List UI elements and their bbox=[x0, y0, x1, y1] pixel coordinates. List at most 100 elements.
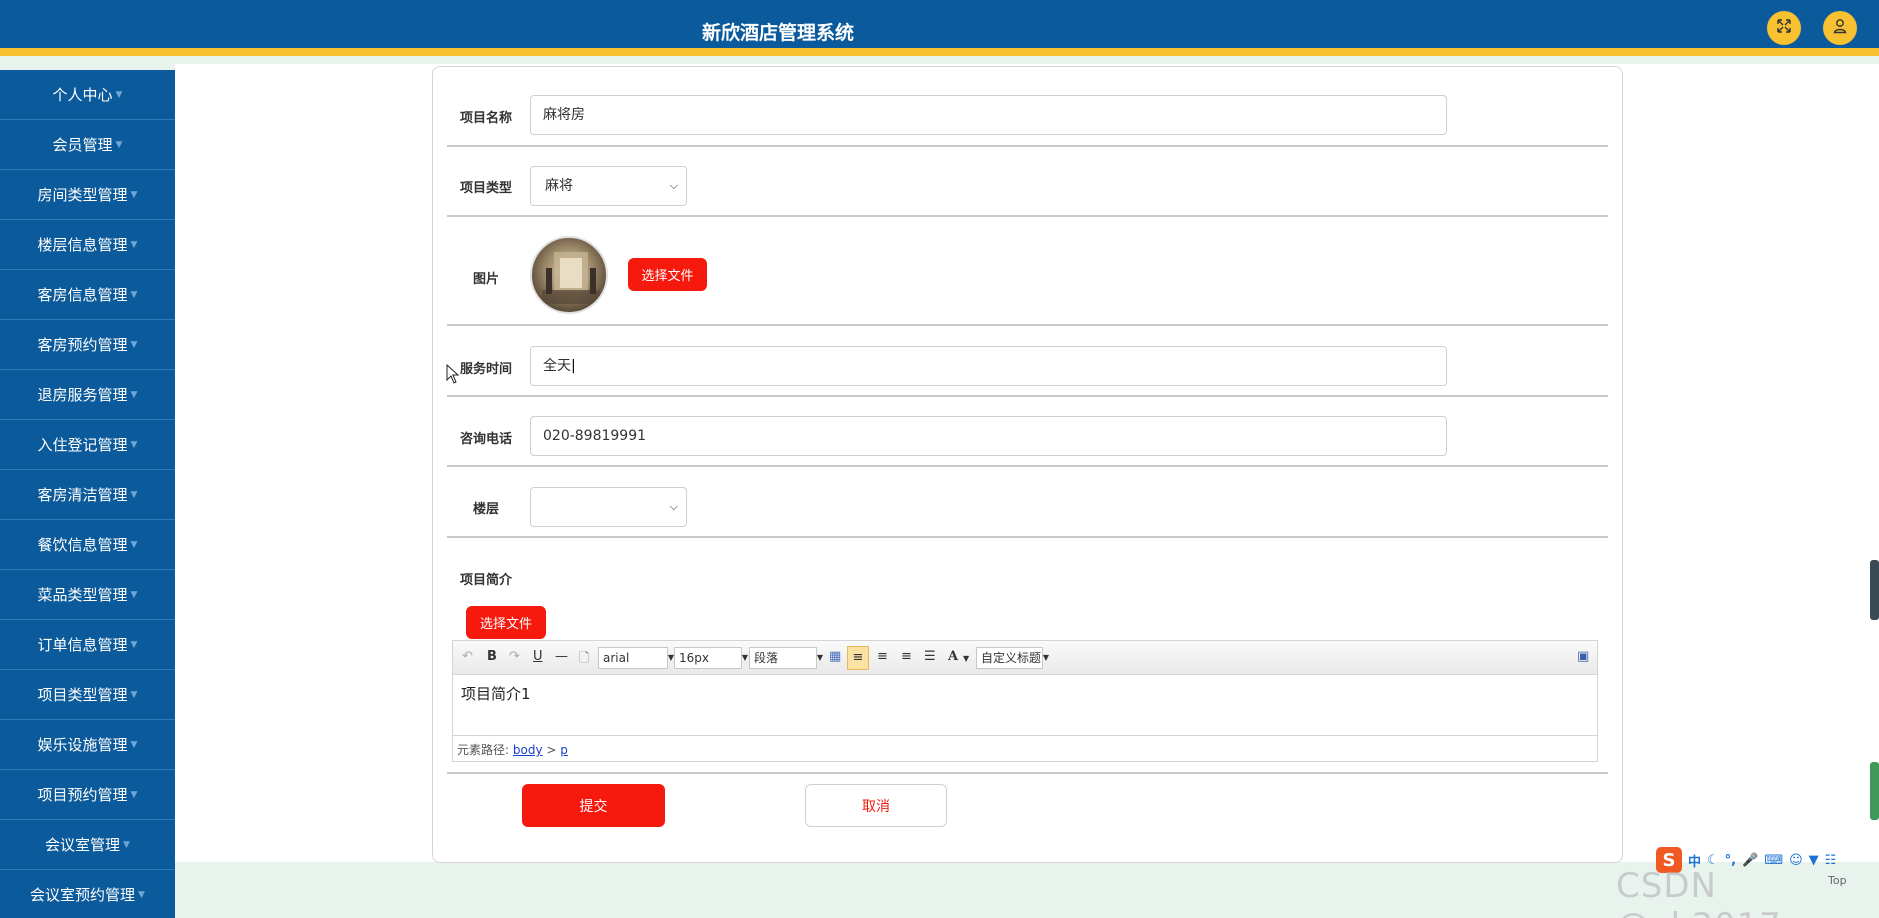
chevron-down-icon: ▼ bbox=[741, 653, 749, 662]
phone-input[interactable]: 020-89819991 bbox=[530, 416, 1447, 456]
app-title: 新欣酒店管理系统 bbox=[701, 22, 854, 44]
chevron-down-icon: ▼ bbox=[138, 889, 145, 900]
sidebar-item-label: 楼层信息管理 bbox=[37, 236, 128, 254]
underline-icon[interactable]: U bbox=[533, 649, 543, 664]
sidebar-item-label: 会议室预约管理 bbox=[30, 886, 136, 904]
sidebar-item-cleaning[interactable]: 客房清洁管理 ▼ bbox=[0, 470, 175, 520]
align-justify-icon[interactable]: ☰ bbox=[924, 649, 936, 664]
chevron-down-icon: ▼ bbox=[130, 289, 138, 300]
sidebar-item-project-types[interactable]: 项目类型管理 ▼ bbox=[0, 670, 175, 720]
divider bbox=[447, 215, 1608, 217]
path-body-link[interactable]: body bbox=[513, 743, 543, 757]
chevron-down-icon: ▼ bbox=[130, 689, 138, 700]
watermark: CSDN @ck3017 bbox=[1616, 866, 1781, 918]
chevron-down-icon: ▼ bbox=[1042, 653, 1050, 662]
sidebar-item-room-bookings[interactable]: 客房预约管理 ▼ bbox=[0, 320, 175, 370]
floor-label: 楼层 bbox=[472, 502, 499, 517]
align-left-icon[interactable]: ≡ bbox=[847, 646, 869, 670]
bold-icon[interactable]: B bbox=[487, 649, 497, 664]
sidebar-item-label: 菜品类型管理 bbox=[37, 586, 128, 604]
table-icon[interactable]: ▦ bbox=[829, 649, 841, 664]
sidebar-item-label: 入住登记管理 bbox=[37, 436, 128, 454]
divider bbox=[447, 145, 1608, 147]
sidebar-nav: 个人中心 ▼ 会员管理 ▼ 房间类型管理 ▼ 楼层信息管理 ▼ 客房信息管理 ▼ 客房预约… bbox=[0, 70, 175, 918]
sidebar-item-checkin[interactable]: 入住登记管理 ▼ bbox=[0, 420, 175, 470]
custom-title-select[interactable]: 自定义标题 ▼ bbox=[976, 647, 1049, 669]
type-select-value: 麻将 bbox=[545, 178, 573, 194]
image-label: 图片 bbox=[472, 272, 499, 287]
sidebar-item-room-types[interactable]: 房间类型管理 ▼ bbox=[0, 170, 175, 220]
chevron-down-icon: ▼ bbox=[130, 389, 138, 400]
rich-text-editor: ↶ B ↷ U — 🗋 arial ▼ 16px ▼ 段落 ▼ ▦ ≡ ≡ ≡ ☰ A… bbox=[452, 640, 1598, 762]
paste-text-icon[interactable]: 🗋 bbox=[579, 649, 589, 671]
font-color-icon[interactable]: A bbox=[948, 649, 958, 664]
service-time-value: 全天 bbox=[543, 358, 571, 374]
fullscreen-button[interactable] bbox=[1767, 11, 1801, 45]
sidebar-item-label: 会员管理 bbox=[52, 136, 113, 154]
font-size-value: 16px bbox=[679, 651, 709, 665]
chevron-down-icon: ▼ bbox=[130, 239, 138, 250]
sidebar-item-meeting-bookings[interactable]: 会议室预约管理 ▼ bbox=[0, 870, 175, 918]
phone-label: 咨询电话 bbox=[459, 432, 512, 447]
redo-icon[interactable]: ↷ bbox=[509, 649, 520, 664]
editor-content[interactable]: 项目简介1 bbox=[453, 675, 1597, 735]
sidebar-item-label: 客房信息管理 bbox=[37, 286, 128, 304]
path-p-link[interactable]: p bbox=[560, 743, 568, 757]
chevron-down-icon: ▼ bbox=[123, 839, 130, 850]
sidebar-item-checkout[interactable]: 退房服务管理 ▼ bbox=[0, 370, 175, 420]
floor-select[interactable]: ⌵ bbox=[530, 487, 687, 527]
chevron-down-icon: ▼ bbox=[130, 589, 138, 600]
divider bbox=[447, 536, 1608, 538]
intro-choose-file-button[interactable]: 选择文件 bbox=[466, 606, 546, 639]
sidebar-item-meeting-rooms[interactable]: 会议室管理 ▼ bbox=[0, 820, 175, 870]
scrollbar-indicator bbox=[1870, 762, 1879, 820]
sidebar-item-label: 项目预约管理 bbox=[37, 786, 128, 804]
name-input[interactable]: 麻将房 bbox=[530, 95, 1447, 135]
chevron-down-icon: ⌵ bbox=[669, 500, 678, 513]
sidebar-item-members[interactable]: 会员管理 ▼ bbox=[0, 120, 175, 170]
sidebar-item-label: 个人中心 bbox=[52, 86, 113, 104]
top-header: 新欣酒店管理系统 bbox=[0, 0, 1879, 56]
type-select[interactable]: 麻将 ⌵ bbox=[530, 166, 687, 206]
paragraph-select[interactable]: 段落 ▼ bbox=[749, 647, 823, 669]
element-path-bar: 元素路径: body > p bbox=[453, 735, 1597, 761]
font-size-select[interactable]: 16px ▼ bbox=[674, 647, 748, 669]
undo-icon[interactable]: ↶ bbox=[462, 649, 473, 664]
chevron-down-icon: ▼ bbox=[130, 639, 138, 650]
sidebar-item-rooms[interactable]: 客房信息管理 ▼ bbox=[0, 270, 175, 320]
divider bbox=[447, 324, 1608, 326]
chevron-down-icon: ▼ bbox=[816, 653, 824, 662]
user-menu-button[interactable] bbox=[1823, 11, 1857, 45]
chevron-down-icon: ▼ bbox=[130, 539, 138, 550]
font-family-select[interactable]: arial ▼ bbox=[598, 647, 674, 669]
cancel-button[interactable]: 取消 bbox=[805, 784, 947, 827]
chevron-down-icon: ▼ bbox=[130, 439, 138, 450]
sidebar-item-label: 餐饮信息管理 bbox=[37, 536, 128, 554]
scrollbar-thumb[interactable] bbox=[1870, 560, 1879, 620]
horizontal-rule-icon[interactable]: — bbox=[555, 649, 568, 664]
sidebar-item-label: 客房预约管理 bbox=[37, 336, 128, 354]
sidebar-item-label: 房间类型管理 bbox=[37, 186, 128, 204]
path-separator: > bbox=[546, 743, 557, 757]
fullscreen-editor-icon[interactable]: ▣ bbox=[1577, 649, 1589, 664]
sidebar-item-orders[interactable]: 订单信息管理 ▼ bbox=[0, 620, 175, 670]
submit-button[interactable]: 提交 bbox=[522, 784, 665, 827]
align-right-icon[interactable]: ≡ bbox=[877, 649, 888, 664]
sidebar-item-floors[interactable]: 楼层信息管理 ▼ bbox=[0, 220, 175, 270]
choose-image-button[interactable]: 选择文件 bbox=[628, 258, 707, 291]
divider bbox=[447, 395, 1608, 397]
divider bbox=[447, 772, 1608, 774]
chevron-down-icon: ▼ bbox=[115, 139, 123, 150]
sidebar-item-project-bookings[interactable]: 项目预约管理 ▼ bbox=[0, 770, 175, 820]
chevron-down-icon: ▼ bbox=[130, 739, 138, 750]
sidebar-item-dining[interactable]: 餐饮信息管理 ▼ bbox=[0, 520, 175, 570]
chevron-down-icon: ▼ bbox=[130, 489, 138, 500]
sidebar-item-personal-center[interactable]: 个人中心 ▼ bbox=[0, 70, 175, 120]
sidebar-item-dish-types[interactable]: 菜品类型管理 ▼ bbox=[0, 570, 175, 620]
sidebar-item-label: 娱乐设施管理 bbox=[37, 736, 128, 754]
align-center-icon[interactable]: ≡ bbox=[901, 649, 912, 664]
sidebar-item-entertainment[interactable]: 娱乐设施管理 ▼ bbox=[0, 720, 175, 770]
custom-title-value: 自定义标题 bbox=[981, 651, 1042, 665]
chevron-down-icon[interactable]: ▼ bbox=[963, 654, 969, 663]
service-time-input[interactable]: 全天| bbox=[530, 346, 1447, 386]
